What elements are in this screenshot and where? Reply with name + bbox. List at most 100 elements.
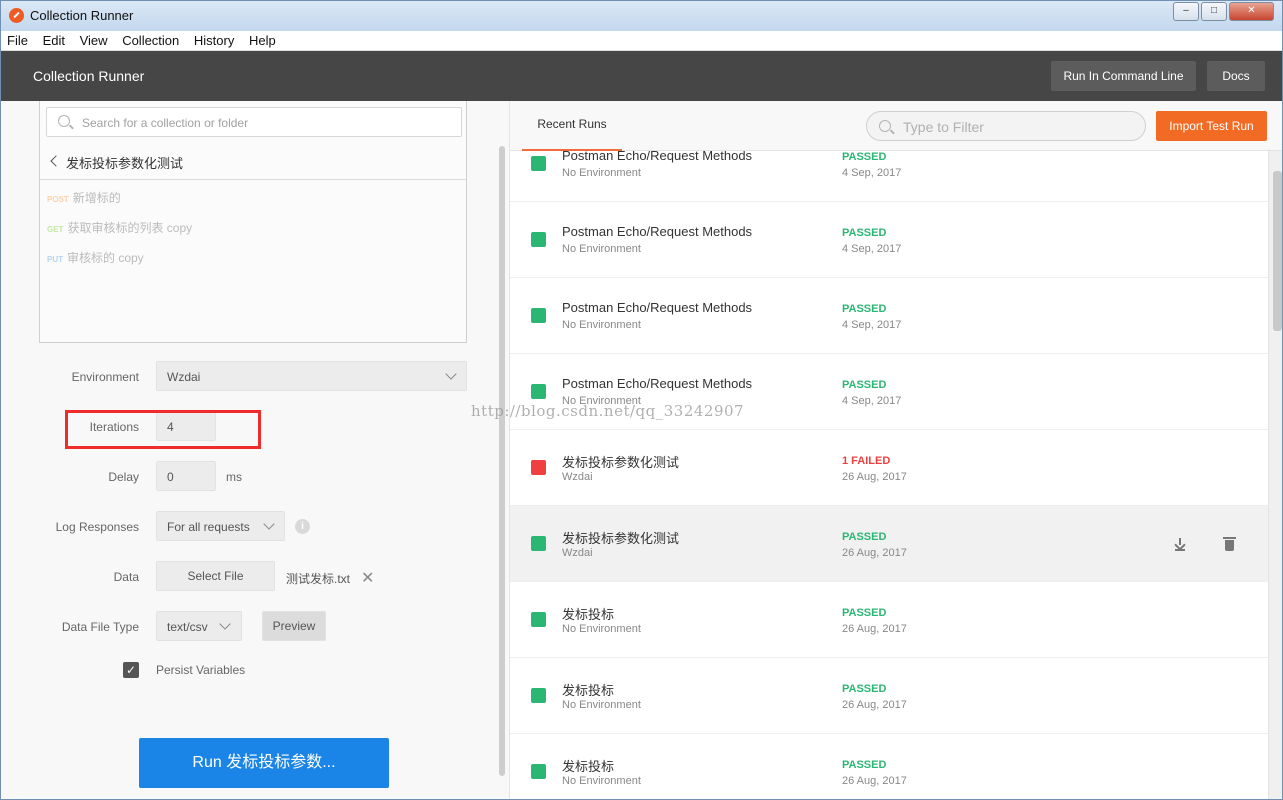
log-responses-label: Log Responses <box>55 520 139 534</box>
app-header: Collection Runner Run In Command Line Do… <box>1 51 1282 101</box>
run-row[interactable]: 发标投标 No Environment PASSED 26 Aug, 2017 <box>510 582 1268 658</box>
download-icon[interactable] <box>1175 538 1185 551</box>
menu-help[interactable]: Help <box>243 31 281 48</box>
run-date: 4 Sep, 2017 <box>842 395 902 407</box>
search-icon <box>58 115 70 127</box>
run-date: 26 Aug, 2017 <box>842 623 907 635</box>
trash-icon[interactable] <box>1223 537 1236 551</box>
run-row[interactable]: Postman Echo/Request Methods No Environme… <box>510 151 1268 202</box>
run-name: 发标投标 <box>562 607 615 622</box>
run-row[interactable]: 发标投标 No Environment PASSED 26 Aug, 2017 <box>510 658 1268 734</box>
run-row[interactable]: 发标投标参数化测试 Wzdai 1 FAILED 26 Aug, 2017 <box>510 430 1268 506</box>
status-indicator-icon <box>531 156 546 171</box>
run-environment: No Environment <box>562 699 641 711</box>
filter-input[interactable]: Type to Filter <box>866 111 1146 141</box>
menu-bar: File Edit View Collection History Help <box>1 31 1282 51</box>
environment-select[interactable]: Wzdai <box>156 361 467 391</box>
run-name: 发标投标参数化测试 <box>562 531 680 546</box>
request-item[interactable]: PUT 审核标的 copy <box>47 249 144 266</box>
run-status: PASSED <box>842 759 887 771</box>
delay-label: Delay <box>108 470 139 484</box>
recent-runs-list: Postman Echo/Request Methods No Environme… <box>510 151 1268 799</box>
status-indicator-icon <box>531 384 546 399</box>
run-date: 26 Aug, 2017 <box>842 471 907 483</box>
runner-config-panel: Search for a collection or folder 发标投标参数… <box>1 101 509 799</box>
minimize-button[interactable]: – <box>1173 2 1199 21</box>
run-environment: Wzdai <box>562 471 593 483</box>
persist-variables-checkbox[interactable]: ✓ <box>123 662 139 678</box>
select-file-button[interactable]: Select File <box>156 561 275 591</box>
import-test-run-button[interactable]: Import Test Run <box>1156 111 1267 141</box>
info-icon[interactable]: i <box>295 519 310 534</box>
log-responses-select[interactable]: For all requests <box>156 511 285 541</box>
menu-edit[interactable]: Edit <box>37 31 70 48</box>
run-date: 4 Sep, 2017 <box>842 319 902 331</box>
status-indicator-icon <box>531 308 546 323</box>
run-name: 发标投标 <box>562 683 615 698</box>
right-scrollbar[interactable] <box>1268 151 1282 799</box>
file-name: 测试发标.txt <box>286 572 351 586</box>
menu-history[interactable]: History <box>188 31 239 48</box>
run-name: Postman Echo/Request Methods <box>562 300 753 315</box>
search-icon <box>879 120 891 132</box>
docs-button[interactable]: Docs <box>1207 61 1265 91</box>
run-date: 4 Sep, 2017 <box>842 243 902 255</box>
maximize-button[interactable]: □ <box>1201 2 1227 21</box>
remove-file-icon[interactable]: ✕ <box>361 568 374 588</box>
filter-placeholder: Type to Filter <box>903 119 984 135</box>
status-indicator-icon <box>531 536 546 551</box>
preview-button[interactable]: Preview <box>262 611 326 641</box>
collection-search-input[interactable]: Search for a collection or folder <box>46 107 462 137</box>
chevron-left-icon[interactable] <box>50 155 62 167</box>
chevron-down-icon <box>263 518 275 530</box>
menu-file[interactable]: File <box>1 31 33 48</box>
request-name: 新增标的 <box>72 191 121 205</box>
run-status: PASSED <box>842 227 887 239</box>
run-name: Postman Echo/Request Methods <box>562 376 753 391</box>
tab-recent-runs[interactable]: Recent Runs <box>522 101 622 151</box>
menu-collection[interactable]: Collection <box>116 31 184 48</box>
run-status: 1 FAILED <box>842 455 891 467</box>
run-row[interactable]: Postman Echo/Request Methods No Environme… <box>510 278 1268 354</box>
status-indicator-icon <box>531 612 546 627</box>
run-environment: No Environment <box>562 775 641 787</box>
request-item[interactable]: POST 新增标的 <box>47 189 121 206</box>
run-name: 发标投标 <box>562 759 615 774</box>
log-responses-value: For all requests <box>167 520 250 534</box>
delay-input[interactable]: 0 <box>156 461 216 491</box>
run-status: PASSED <box>842 379 887 391</box>
chevron-down-icon <box>219 618 231 630</box>
run-status: PASSED <box>842 607 887 619</box>
run-row[interactable]: 发标投标参数化测试 Wzdai PASSED 26 Aug, 2017 <box>510 506 1268 582</box>
left-scrollbar[interactable] <box>499 146 505 776</box>
run-collection-button[interactable]: Run 发标投标参数... <box>139 738 389 788</box>
scrollbar-thumb[interactable] <box>1273 171 1282 331</box>
data-file-type-label: Data File Type <box>61 620 139 634</box>
highlight-annotation <box>65 410 261 449</box>
environment-label: Environment <box>71 370 139 384</box>
run-status: PASSED <box>842 531 887 543</box>
postman-logo-icon <box>9 8 24 23</box>
request-item[interactable]: GET 获取审核标的列表 copy <box>47 219 192 236</box>
run-status: PASSED <box>842 303 887 315</box>
status-indicator-icon <box>531 460 546 475</box>
run-in-command-line-button[interactable]: Run In Command Line <box>1051 61 1196 91</box>
search-placeholder: Search for a collection or folder <box>82 116 249 130</box>
run-environment: No Environment <box>562 623 641 635</box>
status-indicator-icon <box>531 688 546 703</box>
run-name: Postman Echo/Request Methods <box>562 224 753 239</box>
run-date: 4 Sep, 2017 <box>842 167 902 179</box>
data-file-type-value: text/csv <box>167 620 208 634</box>
run-row[interactable]: 发标投标 No Environment PASSED 26 Aug, 2017 <box>510 734 1268 799</box>
data-file-type-select[interactable]: text/csv <box>156 611 242 641</box>
run-row[interactable]: Postman Echo/Request Methods No Environme… <box>510 202 1268 278</box>
recent-runs-panel: Recent Runs Type to Filter Import Test R… <box>509 101 1282 799</box>
status-indicator-icon <box>531 232 546 247</box>
watermark-text: http://blog.csdn.net/qq_33242907 <box>471 402 745 420</box>
method-badge: PUT <box>47 255 63 264</box>
method-badge: POST <box>47 195 69 204</box>
collection-header[interactable]: 发标投标参数化测试 <box>40 143 466 180</box>
title-bar: Collection Runner – □ ✕ <box>1 1 1282 31</box>
menu-view[interactable]: View <box>74 31 113 48</box>
close-button[interactable]: ✕ <box>1229 2 1274 21</box>
